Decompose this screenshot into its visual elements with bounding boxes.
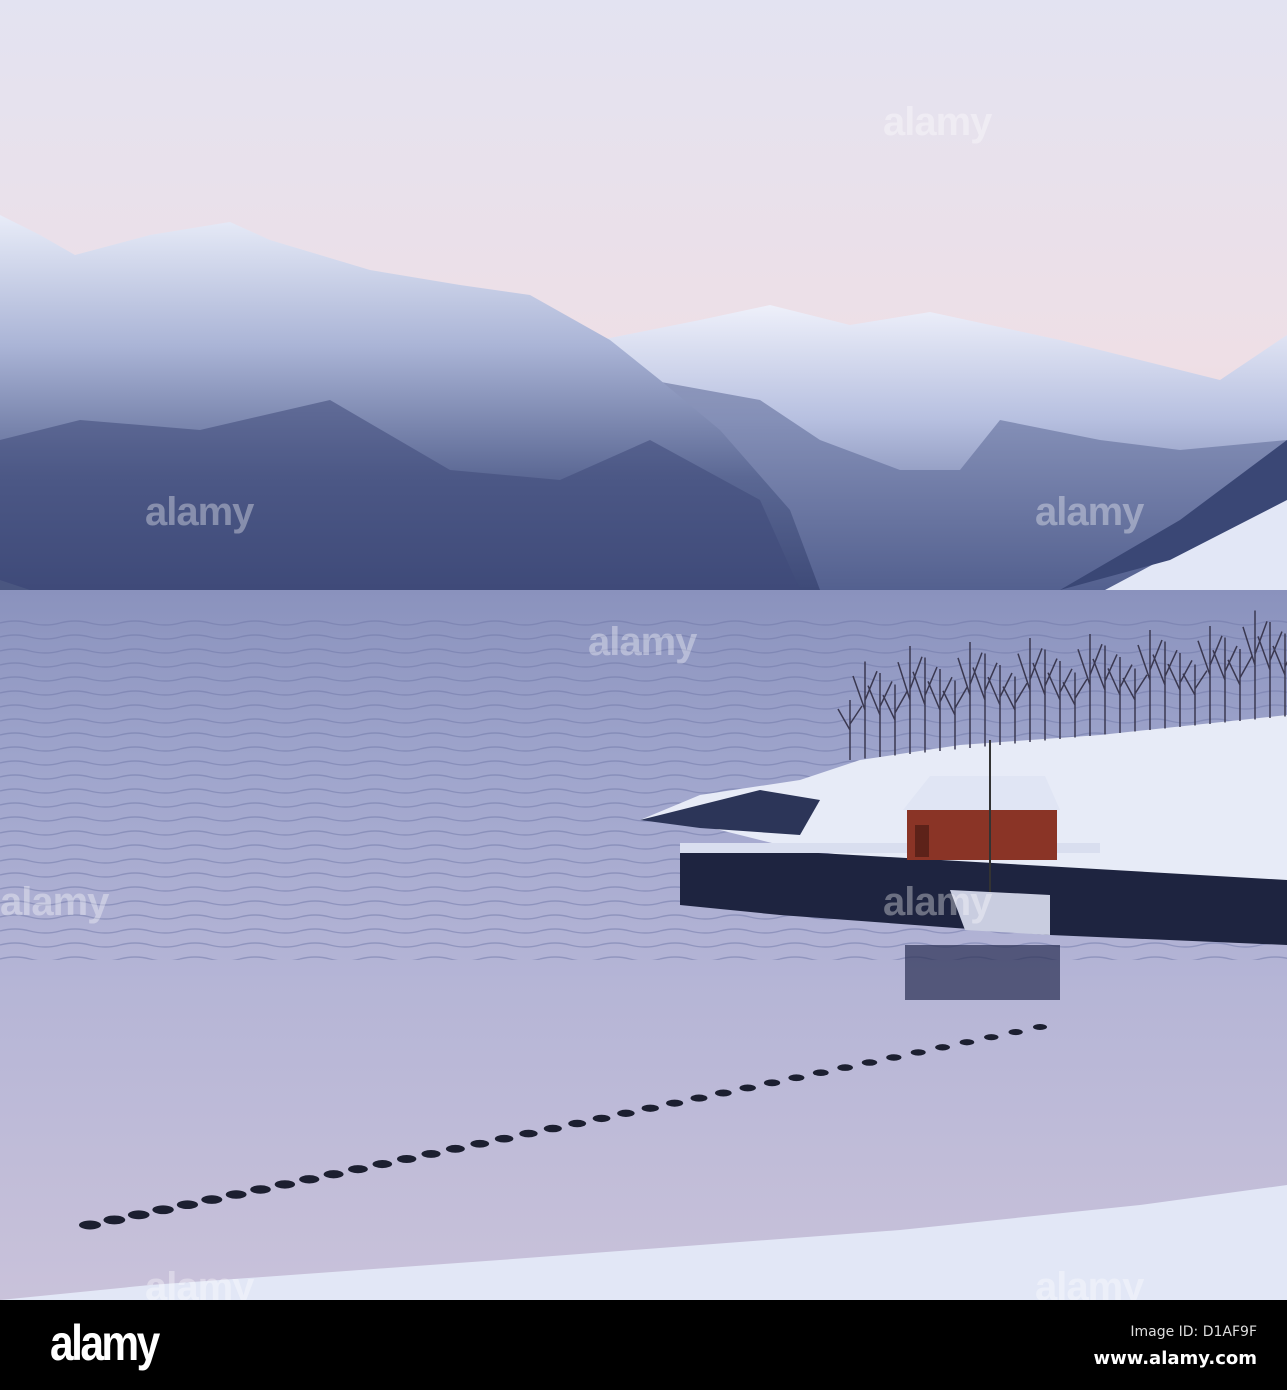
sailboat: [950, 890, 1050, 935]
buoy: [397, 1155, 417, 1163]
buoy: [1008, 1029, 1023, 1036]
buoy: [79, 1220, 101, 1230]
buoy: [323, 1170, 344, 1179]
buoy: [274, 1180, 296, 1189]
buoy: [739, 1084, 756, 1092]
buoy: [617, 1109, 635, 1117]
alamy-logo[interactable]: alamy: [50, 1314, 160, 1372]
buoy: [935, 1044, 950, 1051]
buoy: [715, 1089, 732, 1097]
buoy: [886, 1054, 902, 1061]
buoy: [127, 1210, 150, 1220]
buoy: [543, 1124, 562, 1133]
buoy: [421, 1149, 441, 1158]
buoy: [690, 1094, 708, 1102]
buoy: [592, 1114, 611, 1123]
buoy: [152, 1205, 174, 1215]
buoy: [861, 1059, 878, 1066]
website-link[interactable]: www.alamy.com: [1093, 1348, 1257, 1369]
buoy: [225, 1190, 247, 1199]
buoy: [788, 1074, 805, 1082]
buoy: [299, 1175, 320, 1184]
buoy: [372, 1160, 393, 1169]
buoy: [641, 1104, 659, 1112]
buoy: [250, 1185, 271, 1194]
boathouse-reflection: [905, 945, 1060, 1000]
buoy: [568, 1119, 587, 1128]
buoy: [201, 1195, 223, 1204]
buoy: [763, 1079, 781, 1087]
buoy: [519, 1129, 538, 1138]
buoy: [103, 1215, 126, 1225]
footer-bar: alamy Image ID: D1AF9F www.alamy.com: [0, 1300, 1287, 1390]
fjord-water: [0, 590, 1287, 1300]
buoy: [1033, 1024, 1047, 1030]
buoy: [812, 1069, 829, 1077]
buoy: [494, 1134, 514, 1143]
buoy: [176, 1200, 199, 1210]
buoy: [445, 1144, 465, 1153]
buoy: [348, 1165, 368, 1174]
buoy: [984, 1034, 999, 1041]
fjord-photo: [0, 0, 1287, 1300]
buoy: [666, 1099, 684, 1107]
buoy: [470, 1139, 490, 1148]
buoy: [910, 1049, 926, 1056]
buoy: [837, 1064, 853, 1071]
buoy: [959, 1039, 975, 1046]
image-id: Image ID: D1AF9F: [1130, 1324, 1257, 1340]
